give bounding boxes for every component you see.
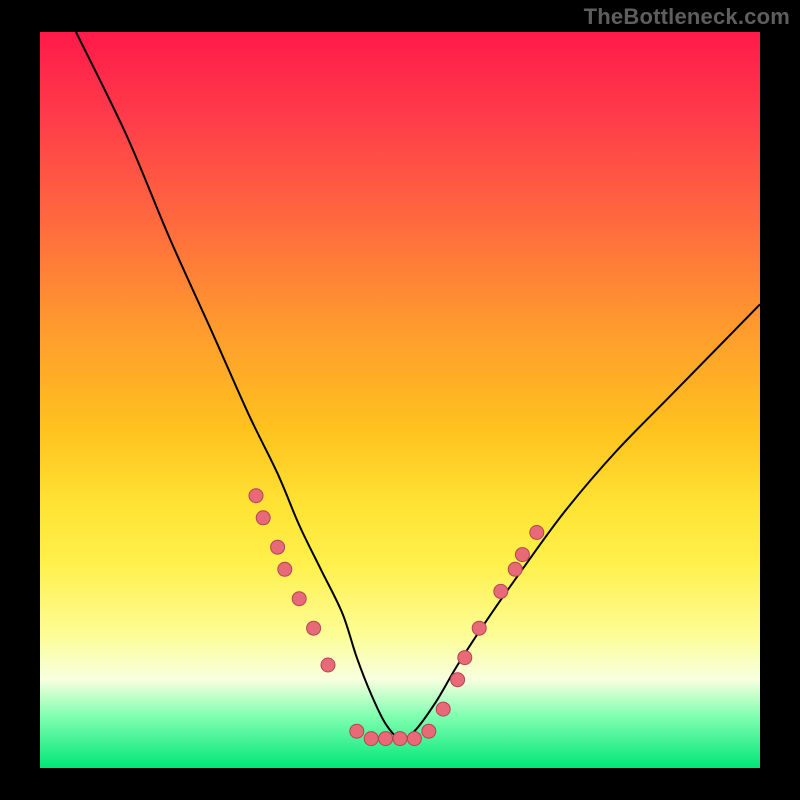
data-points-group (249, 489, 544, 746)
data-point (407, 732, 421, 746)
data-point (515, 548, 529, 562)
data-point (271, 540, 285, 554)
data-point (307, 621, 321, 635)
data-point (364, 732, 378, 746)
watermark-text: TheBottleneck.com (584, 4, 790, 30)
data-point (249, 489, 263, 503)
data-point (472, 621, 486, 635)
data-point (458, 651, 472, 665)
data-point (321, 658, 335, 672)
data-point (393, 732, 407, 746)
chart-stage: TheBottleneck.com (0, 0, 800, 800)
data-point (292, 592, 306, 606)
data-point (350, 724, 364, 738)
data-point (530, 526, 544, 540)
plot-area (40, 32, 760, 768)
data-point (278, 562, 292, 576)
bottleneck-curve (76, 32, 760, 739)
plot-svg (40, 32, 760, 768)
data-point (256, 511, 270, 525)
data-point (422, 724, 436, 738)
data-point (508, 562, 522, 576)
data-point (379, 732, 393, 746)
data-point (436, 702, 450, 716)
data-point (494, 584, 508, 598)
data-point (451, 673, 465, 687)
